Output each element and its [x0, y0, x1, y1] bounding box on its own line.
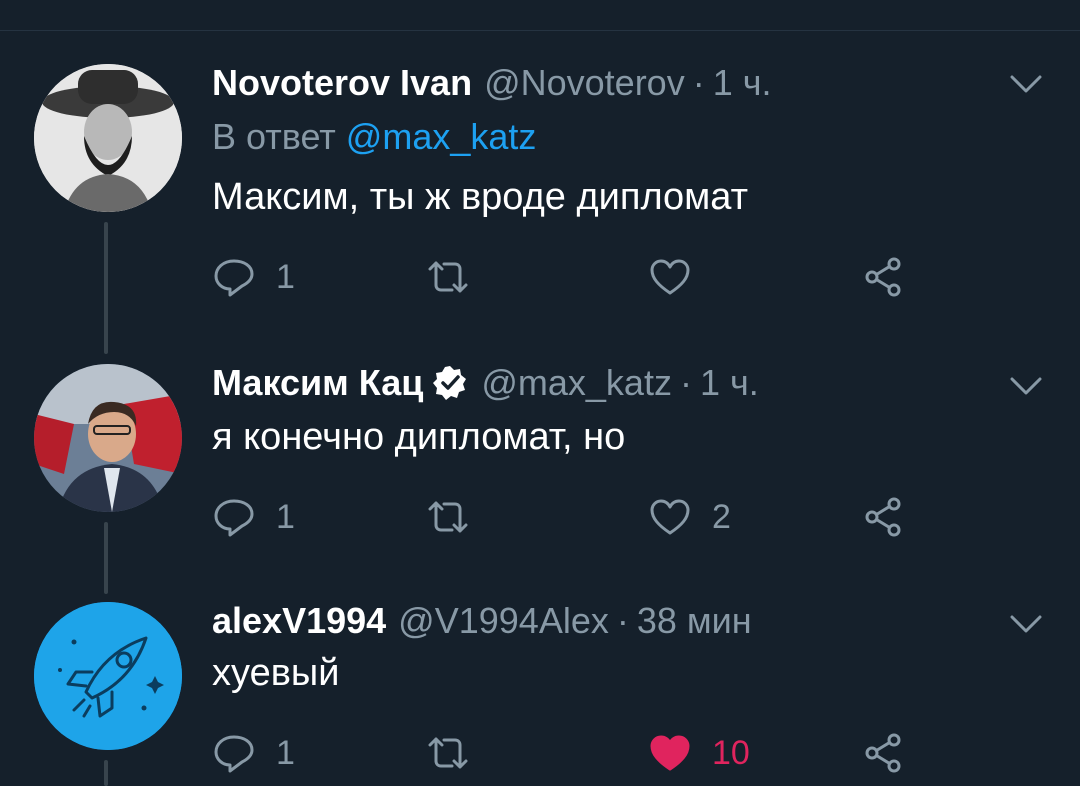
top-divider [0, 30, 1080, 31]
reply-context: В ответ @max_katz [212, 116, 536, 158]
display-name[interactable]: Максим Кац [212, 362, 423, 404]
like-count: 2 [712, 497, 731, 536]
retweet-icon [428, 501, 468, 533]
share-icon [865, 497, 901, 537]
tweet-header: Novoterov Ivan @Novoterov · 1 ч. [212, 62, 771, 104]
retweet-button[interactable] [426, 728, 490, 778]
retweet-icon [428, 737, 468, 769]
reply-mention-link[interactable]: @max_katz [346, 116, 537, 157]
reply-button[interactable]: 1 [212, 728, 295, 778]
reply-count: 1 [276, 497, 295, 536]
chevron-down-icon[interactable] [1008, 374, 1044, 398]
reply-count: 1 [276, 733, 295, 772]
user-handle[interactable]: @Novoterov [484, 62, 685, 104]
retweet-button[interactable] [426, 252, 490, 302]
tweet-header: Максим Кац @max_katz · 1 ч. [212, 362, 759, 404]
reply-count: 1 [276, 257, 295, 296]
tweet-actions: 1 [212, 252, 932, 302]
reply-button[interactable]: 1 [212, 252, 295, 302]
share-button[interactable] [862, 252, 906, 302]
reply-prefix: В ответ [212, 116, 336, 157]
tweet-text: хуевый [212, 652, 340, 694]
separator-dot: · [692, 62, 705, 103]
like-button[interactable]: 10 [648, 728, 750, 778]
display-name[interactable]: alexV1994 [212, 600, 386, 642]
retweet-icon [428, 261, 468, 293]
avatar-image [34, 64, 182, 212]
reply-icon [214, 499, 254, 537]
avatar[interactable] [34, 64, 182, 212]
reply-icon [214, 735, 254, 773]
tweet-text: я конечно дипломат, но [212, 416, 626, 458]
share-icon [865, 733, 901, 773]
reply-icon [214, 259, 254, 297]
tweet-text: Максим, ты ж вроде дипломат [212, 176, 749, 218]
user-handle[interactable]: @max_katz [481, 362, 672, 404]
avatar-image [34, 364, 182, 512]
tweet-header: alexV1994 @V1994Alex · 38 мин [212, 600, 752, 642]
like-button[interactable] [648, 252, 712, 302]
rocket-icon [34, 602, 182, 750]
share-icon [865, 257, 901, 297]
separator-dot: · [616, 600, 629, 641]
like-button[interactable]: 2 [648, 492, 731, 542]
display-name[interactable]: Novoterov Ivan [212, 62, 472, 104]
like-icon [650, 499, 690, 535]
chevron-down-icon[interactable] [1008, 612, 1044, 636]
verified-badge-icon [433, 366, 467, 400]
tweet-actions: 1 2 [212, 492, 932, 542]
avatar[interactable] [34, 602, 182, 750]
avatar[interactable] [34, 364, 182, 512]
like-icon [650, 259, 690, 295]
timestamp[interactable]: 1 ч. [700, 362, 759, 404]
thread-line [104, 522, 108, 594]
chevron-down-icon[interactable] [1008, 72, 1044, 96]
like-icon [650, 735, 690, 771]
like-count: 10 [712, 733, 750, 772]
timestamp[interactable]: 38 мин [637, 600, 752, 642]
timestamp[interactable]: 1 ч. [713, 62, 772, 104]
separator-dot: · [679, 362, 692, 403]
retweet-button[interactable] [426, 492, 490, 542]
tweet-actions: 1 10 [212, 728, 932, 778]
reply-button[interactable]: 1 [212, 492, 295, 542]
share-button[interactable] [862, 728, 906, 778]
thread-line [104, 222, 108, 354]
share-button[interactable] [862, 492, 906, 542]
thread-line [104, 760, 108, 786]
user-handle[interactable]: @V1994Alex [398, 600, 609, 642]
